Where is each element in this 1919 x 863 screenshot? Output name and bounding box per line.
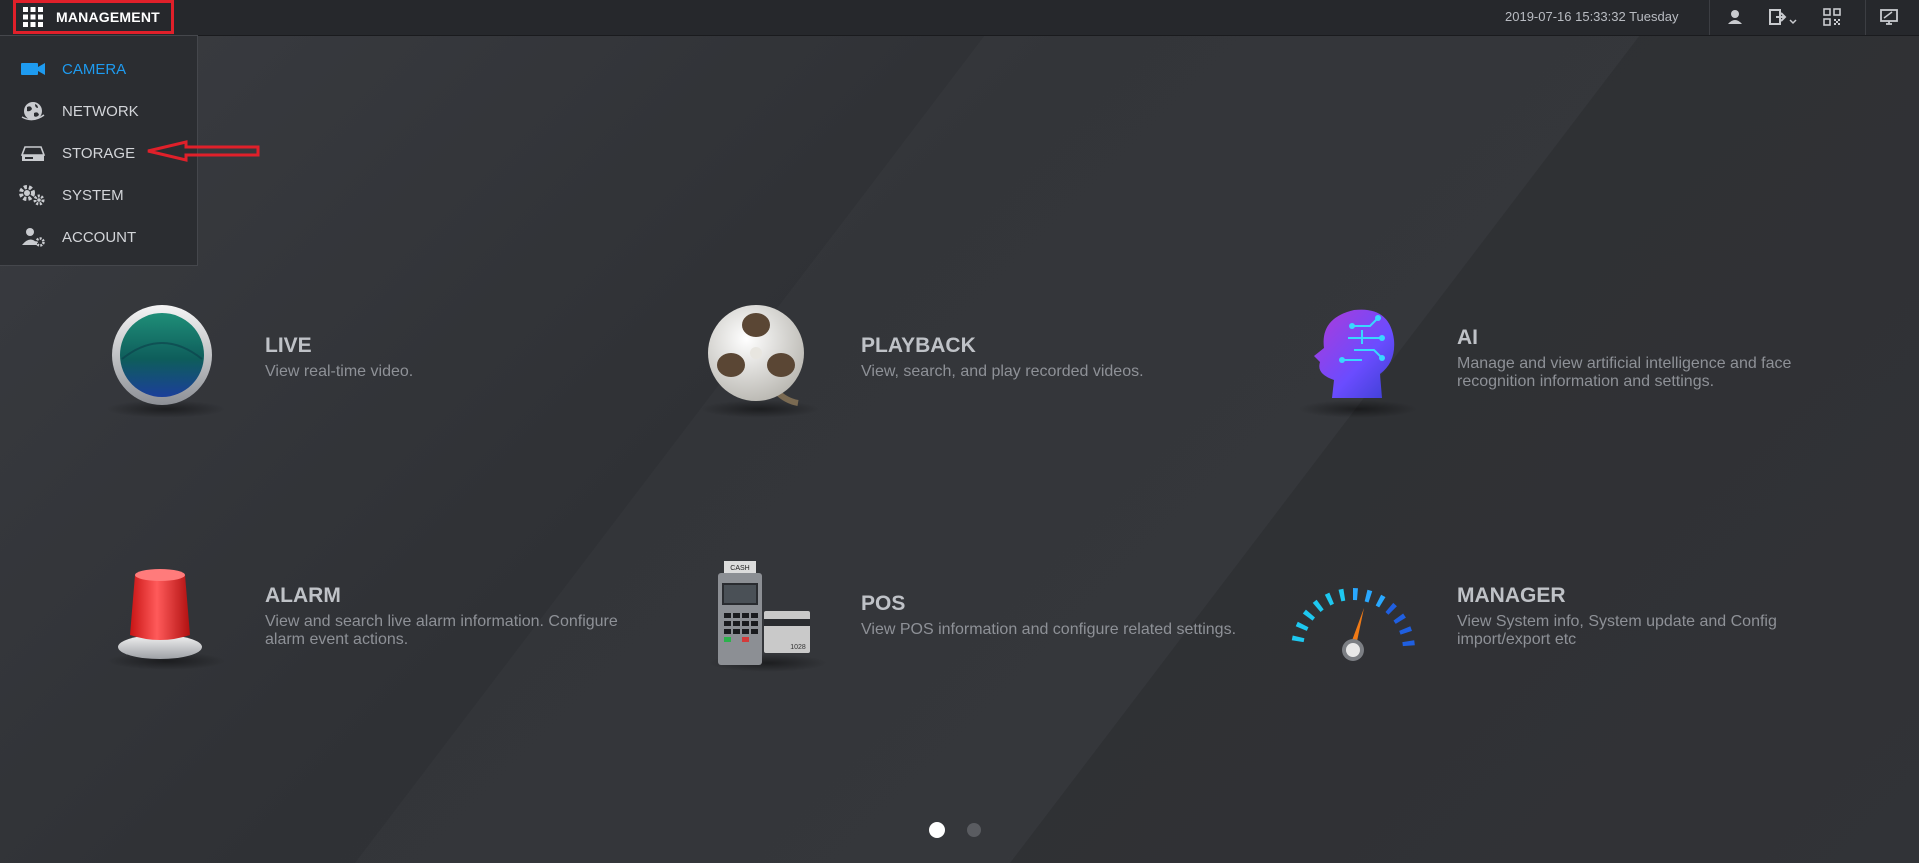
tile-live[interactable]: LIVE View real-time video.	[100, 300, 620, 420]
menu-item-label: ACCOUNT	[62, 228, 137, 246]
gauge-tick	[1393, 613, 1406, 624]
menu-item-system[interactable]: SYSTEM	[0, 175, 197, 215]
gauge-tick	[1375, 594, 1386, 608]
gauge-tick	[1364, 589, 1373, 603]
menu-item-label: STORAGE	[62, 144, 136, 162]
tile-description: View real-time video.	[265, 363, 414, 380]
tile-ai[interactable]: AI Manage and view artificial intelligen…	[1290, 292, 1870, 422]
gauge-icon	[1291, 588, 1415, 661]
pos-terminal-icon: CASH 1028	[718, 561, 810, 665]
gauge-tick	[1402, 640, 1415, 647]
tile-title: ALARM	[265, 584, 341, 607]
gauge-tick	[1385, 602, 1397, 615]
gauge-tick	[1302, 609, 1316, 621]
user-icon[interactable]	[1725, 7, 1745, 27]
pos-cash-label: CASH	[730, 565, 749, 572]
menu-item-camera[interactable]: CAMERA	[0, 49, 197, 89]
grid-menu-icon	[23, 7, 43, 27]
logout-icon[interactable]	[1768, 7, 1798, 27]
datetime: 2019-07-16 15:33:32 Tuesday	[1505, 9, 1679, 24]
ai-head-icon	[1314, 309, 1395, 398]
gauge-tick	[1353, 588, 1358, 601]
menu-item-label: NETWORK	[62, 102, 139, 120]
gauge-tick	[1338, 588, 1346, 602]
live-lens-icon	[112, 305, 212, 405]
page-dot-active[interactable]	[929, 822, 945, 838]
tile-description: View POS information and configure relat…	[861, 621, 1237, 638]
tile-title: AI	[1457, 326, 1478, 349]
management-menu-button[interactable]: MANAGEMENT	[13, 0, 174, 34]
tile-description: Manage and view artificial intelligence …	[1457, 355, 1792, 390]
display-icon[interactable]	[1879, 7, 1899, 27]
background-stripes	[0, 0, 1919, 863]
gauge-tick	[1324, 592, 1334, 606]
gauge-tick	[1291, 635, 1305, 643]
page-dot[interactable]	[967, 823, 981, 837]
account-icon	[22, 228, 45, 247]
menu-item-label: SYSTEM	[62, 186, 124, 204]
tile-title: LIVE	[265, 334, 312, 357]
tile-description: View and search live alarm information. …	[265, 613, 618, 648]
storage-drive-icon	[20, 146, 46, 161]
tile-description: View, search, and play recorded videos.	[861, 363, 1144, 380]
tile-playback[interactable]: PLAYBACK View, search, and play recorded…	[696, 300, 1256, 420]
gauge-tick	[1399, 626, 1412, 635]
menu-item-label: CAMERA	[62, 60, 127, 78]
qr-code-icon[interactable]	[1822, 7, 1842, 27]
divider	[1709, 0, 1710, 35]
film-reel-icon	[708, 305, 804, 406]
network-globe-icon	[21, 102, 45, 121]
tile-description: View System info, System update and Conf…	[1457, 613, 1777, 648]
tile-title: POS	[861, 592, 906, 615]
top-bar: MANAGEMENT 2019-07-16 15:33:32 Tuesday	[0, 0, 1919, 36]
tile-alarm[interactable]: ALARM View and search live alarm informa…	[100, 550, 660, 670]
camera-icon	[21, 63, 45, 75]
menu-item-account[interactable]: ACCOUNT	[0, 217, 197, 257]
pos-card-number: 1028	[790, 644, 806, 651]
menu-item-network[interactable]: NETWORK	[0, 91, 197, 131]
tile-manager[interactable]: MANAGER View System info, System update …	[1290, 550, 1870, 670]
tile-pos[interactable]: CASH 1028 POS View POS information and c…	[706, 558, 1266, 672]
tile-title: MANAGER	[1457, 584, 1566, 607]
gauge-tick	[1295, 621, 1309, 631]
gears-icon	[19, 185, 45, 206]
gauge-tick	[1312, 599, 1324, 612]
alarm-siren-icon	[118, 569, 202, 659]
tile-title: PLAYBACK	[861, 334, 976, 357]
divider	[1865, 0, 1866, 35]
management-label: MANAGEMENT	[56, 9, 160, 25]
annotation-arrow	[147, 140, 260, 162]
